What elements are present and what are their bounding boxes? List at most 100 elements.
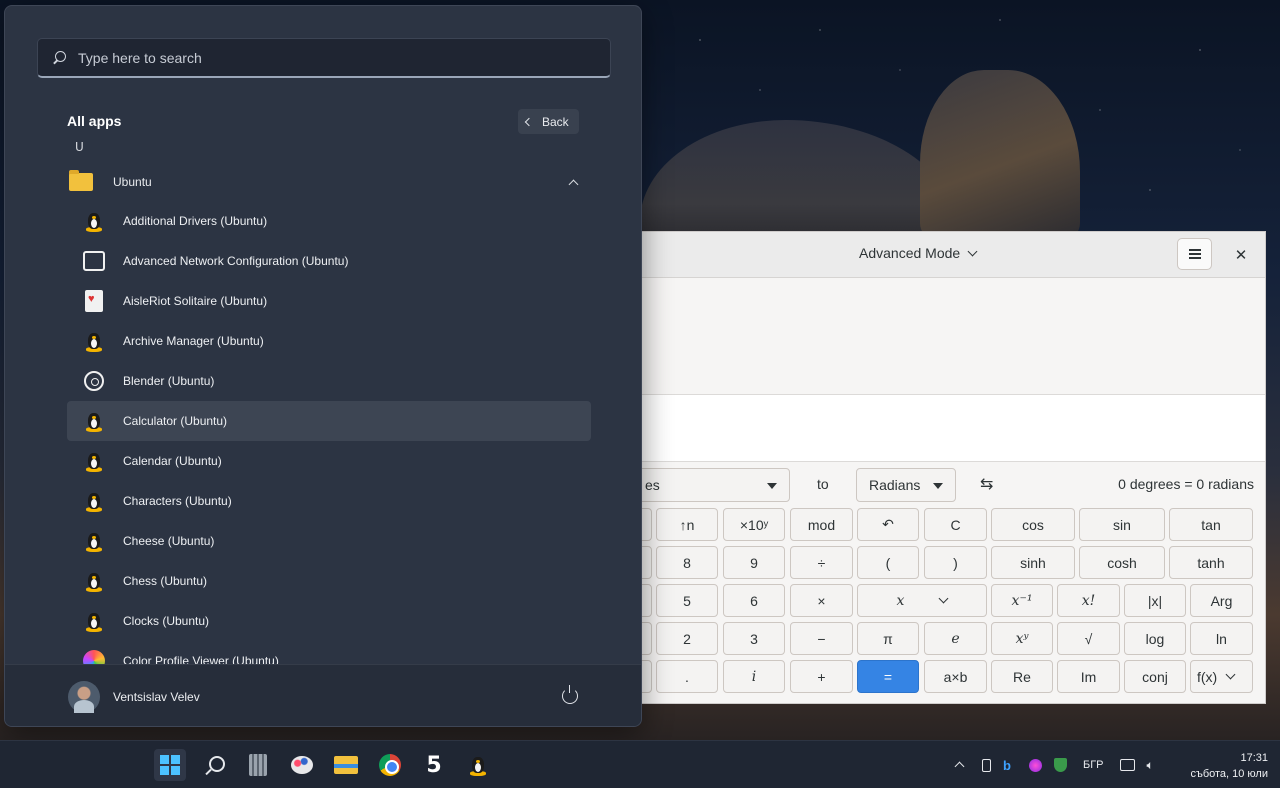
- key-factorize[interactable]: a×b: [924, 660, 987, 693]
- key-partial-left[interactable]: [642, 584, 652, 617]
- key-divide[interactable]: ÷: [790, 546, 853, 579]
- key-ln[interactable]: ln: [1190, 622, 1253, 655]
- key-partial-left[interactable]: [642, 546, 652, 579]
- app-additional-drivers[interactable]: Additional Drivers (Ubuntu): [67, 201, 591, 241]
- taskbar-calculator[interactable]: [242, 749, 274, 781]
- key-6[interactable]: 6: [723, 584, 785, 617]
- caret-down-icon: [933, 483, 943, 489]
- key-8[interactable]: 8: [656, 546, 718, 579]
- key-partial-left[interactable]: [642, 622, 652, 655]
- app-calculator[interactable]: Calculator (Ubuntu): [67, 401, 591, 441]
- taskbar-app-five[interactable]: 5: [418, 749, 450, 781]
- taskbar-chrome[interactable]: [374, 749, 406, 781]
- imaginary-label: i: [751, 668, 757, 685]
- app-tray-icon[interactable]: [1029, 758, 1042, 772]
- key-function[interactable]: f(x): [1190, 660, 1253, 693]
- key-superscript[interactable]: ↑n: [656, 508, 718, 541]
- key-factorial[interactable]: x!: [1057, 584, 1120, 617]
- menu-button[interactable]: [1177, 238, 1212, 270]
- close-button[interactable]: ✕: [1228, 242, 1254, 268]
- key-pi[interactable]: π: [857, 622, 919, 655]
- key-5[interactable]: 5: [656, 584, 718, 617]
- key-sinh[interactable]: sinh: [991, 546, 1075, 579]
- to-label: to: [817, 476, 829, 492]
- app-clocks[interactable]: Clocks (Ubuntu): [67, 601, 591, 641]
- volume-icon[interactable]: 🔈︎: [1147, 758, 1161, 772]
- from-unit-combo[interactable]: es: [642, 468, 790, 502]
- taskbar-tux[interactable]: [462, 749, 494, 781]
- show-hidden-icons-button[interactable]: [954, 758, 970, 772]
- usb-icon[interactable]: [982, 758, 991, 772]
- app-color-profile-viewer[interactable]: Color Profile Viewer (Ubuntu): [67, 641, 591, 666]
- user-name[interactable]: Ventsislav Velev: [113, 690, 200, 704]
- key-power[interactable]: xʸ: [991, 622, 1053, 655]
- app-characters[interactable]: Characters (Ubuntu): [67, 481, 591, 521]
- start-button[interactable]: [154, 749, 186, 781]
- key-tanh[interactable]: tanh: [1169, 546, 1253, 579]
- app-calendar[interactable]: Calendar (Ubuntu): [67, 441, 591, 481]
- app-chess[interactable]: Chess (Ubuntu): [67, 561, 591, 601]
- key-variable-x[interactable]: x: [857, 584, 987, 617]
- key-cosh[interactable]: cosh: [1079, 546, 1165, 579]
- bing-icon[interactable]: b: [1003, 758, 1017, 773]
- app-archive-manager[interactable]: Archive Manager (Ubuntu): [67, 321, 591, 361]
- key-exponent[interactable]: ×10ʸ: [723, 508, 785, 541]
- folder-icon: [334, 756, 358, 774]
- app-label: AisleRiot Solitaire (Ubuntu): [123, 294, 268, 308]
- swap-units-icon[interactable]: ⇆: [980, 474, 993, 493]
- inverse-label: x⁻¹: [1011, 592, 1033, 609]
- letter-header[interactable]: U: [75, 140, 84, 154]
- network-icon[interactable]: [1119, 759, 1135, 771]
- key-e[interactable]: e: [924, 622, 987, 655]
- power-icon[interactable]: [562, 685, 578, 704]
- key-open-paren[interactable]: (: [857, 546, 919, 579]
- key-9[interactable]: 9: [723, 546, 785, 579]
- search-box[interactable]: [37, 38, 611, 78]
- key-partial-left[interactable]: [642, 508, 652, 541]
- key-3[interactable]: 3: [723, 622, 785, 655]
- app-aisleriot-solitaire[interactable]: AisleRiot Solitaire (Ubuntu): [67, 281, 591, 321]
- search-input[interactable]: [78, 49, 578, 66]
- key-cos[interactable]: cos: [991, 508, 1075, 541]
- key-equals[interactable]: =: [857, 660, 919, 693]
- key-real[interactable]: Re: [991, 660, 1053, 693]
- key-log[interactable]: log: [1124, 622, 1186, 655]
- key-add[interactable]: +: [790, 660, 853, 693]
- language-indicator[interactable]: БГР: [1083, 759, 1104, 771]
- tux-icon: [81, 448, 107, 474]
- to-unit-combo[interactable]: Radians: [856, 468, 956, 502]
- taskbar-file-explorer[interactable]: [330, 749, 362, 781]
- group-ubuntu[interactable]: Ubuntu: [67, 163, 591, 201]
- key-conj[interactable]: conj: [1124, 660, 1186, 693]
- app-cheese[interactable]: Cheese (Ubuntu): [67, 521, 591, 561]
- key-subtract[interactable]: −: [790, 622, 853, 655]
- key-undo[interactable]: ↶: [857, 508, 919, 541]
- app-label: Calendar (Ubuntu): [123, 454, 222, 468]
- security-shield-icon[interactable]: [1054, 758, 1067, 772]
- taskbar-search-button[interactable]: [198, 749, 230, 781]
- mode-selector[interactable]: Advanced Mode: [859, 245, 978, 261]
- key-tan[interactable]: tan: [1169, 508, 1253, 541]
- key-close-paren[interactable]: ): [924, 546, 987, 579]
- clock[interactable]: 17:31 събота, 10 юли: [1190, 750, 1268, 782]
- expression-input[interactable]: [642, 395, 1265, 462]
- key-abs[interactable]: |x|: [1124, 584, 1186, 617]
- key-2[interactable]: 2: [656, 622, 718, 655]
- app-network-configuration[interactable]: Advanced Network Configuration (Ubuntu): [67, 241, 591, 281]
- key-partial-left[interactable]: [642, 660, 652, 693]
- app-blender[interactable]: Blender (Ubuntu): [67, 361, 591, 401]
- key-imaginary[interactable]: i: [723, 660, 785, 693]
- key-sqrt[interactable]: √: [1057, 622, 1120, 655]
- key-imag-part[interactable]: Im: [1057, 660, 1120, 693]
- key-mod[interactable]: mod: [790, 508, 853, 541]
- key-inverse[interactable]: x⁻¹: [991, 584, 1053, 617]
- taskbar-paint[interactable]: [286, 749, 318, 781]
- back-button[interactable]: Back: [518, 109, 579, 134]
- key-sin[interactable]: sin: [1079, 508, 1165, 541]
- avatar[interactable]: [68, 681, 100, 713]
- key-arg[interactable]: Arg: [1190, 584, 1253, 617]
- key-decimal[interactable]: .: [656, 660, 718, 693]
- key-clear[interactable]: C: [924, 508, 987, 541]
- windows-logo-icon: [160, 755, 180, 775]
- key-multiply[interactable]: ×: [790, 584, 853, 617]
